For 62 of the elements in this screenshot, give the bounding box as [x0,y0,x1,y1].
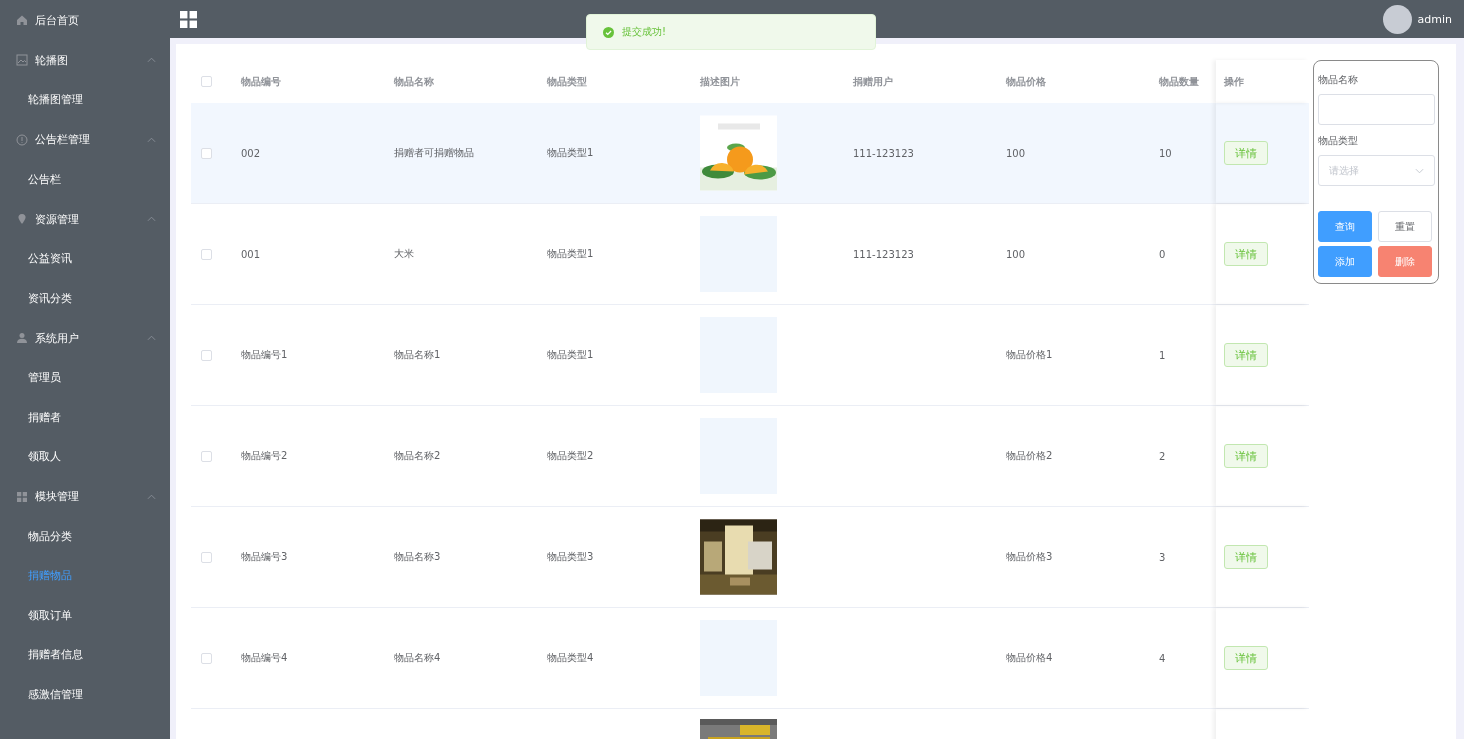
table-cell: 物品编号2 [241,449,288,463]
menu-item[interactable]: 模块管理 [0,476,170,517]
menu-item[interactable]: 公益资讯 [0,239,170,279]
table-cell: 3 [1159,551,1166,563]
menu-item[interactable]: 资源管理 [0,199,170,239]
table-cell: 物品编号3 [241,550,288,564]
column-header: 操作 [1224,74,1244,89]
menu-item[interactable]: 公告栏管理 [0,119,170,160]
table-cell: 物品名称3 [394,550,441,564]
table-cell: 1 [1159,349,1166,361]
menu-item[interactable]: 管理员 [0,358,170,398]
menu-item[interactable]: 领取人 [0,437,170,477]
table-cell: 物品类型3 [547,550,594,564]
field-label: 物品类型 [1318,134,1359,148]
table-cell: 2 [1159,450,1166,462]
column-header: 物品价格 [1006,74,1046,89]
table-cell: 物品名称1 [394,348,441,362]
table-cell: 物品价格3 [1006,550,1053,564]
menu-item[interactable]: 轮播图 [0,40,170,80]
menu-item[interactable]: 系统用户 [0,318,170,358]
menu-item[interactable]: 后台首页 [0,0,170,40]
menu-item[interactable]: 物品分类 [0,516,170,556]
action-button[interactable]: 重置 [1378,211,1432,242]
toast-message: 提交成功! [622,25,666,39]
table-cell: 111-123123 [853,248,914,260]
user-name: admin [1417,12,1452,26]
table-cell: 0 [1159,248,1166,260]
menu-item[interactable]: 捐赠者 [0,397,170,437]
table-cell: 物品类型1 [547,146,594,160]
table-cell: 物品价格2 [1006,449,1053,463]
table-cell: 物品类型1 [547,348,594,362]
table-cell: 100 [1006,248,1026,260]
menu-item[interactable]: 感激信管理 [0,674,170,714]
menu-item[interactable]: 捐赠者信息 [0,635,170,675]
table-cell: 物品名称2 [394,449,441,463]
column-header: 捐赠用户 [853,74,893,89]
table-cell: 物品价格1 [1006,348,1053,362]
menu-item[interactable]: 公告栏 [0,159,170,199]
menu-item[interactable]: 领取订单 [0,595,170,635]
menu-item[interactable]: 轮播图管理 [0,80,170,120]
table-cell: 4 [1159,652,1166,664]
column-header: 物品编号 [241,74,281,89]
column-header: 物品类型 [547,74,587,89]
column-header: 物品数量 [1159,74,1199,89]
table-cell: 物品编号1 [241,348,288,362]
table-cell: 大米 [394,247,414,261]
field-label: 物品名称 [1318,73,1359,87]
table-cell: 001 [241,248,261,260]
column-header: 物品名称 [394,74,434,89]
table-cell: 物品类型1 [547,247,594,261]
table-cell: 物品名称4 [394,651,441,665]
table-cell: 111-123123 [853,147,914,159]
table-cell: 物品类型2 [547,449,594,463]
table-cell: 物品价格4 [1006,651,1053,665]
table-cell: 捐赠者可捐赠物品 [394,146,474,160]
column-header: 描述图片 [700,74,740,89]
table-cell: 物品类型4 [547,651,594,665]
table-cell: 物品编号4 [241,651,288,665]
menu-item[interactable]: 资讯分类 [0,278,170,318]
table-cell: 002 [241,147,261,159]
table-cell: 10 [1159,147,1172,159]
table-cell: 100 [1006,147,1026,159]
